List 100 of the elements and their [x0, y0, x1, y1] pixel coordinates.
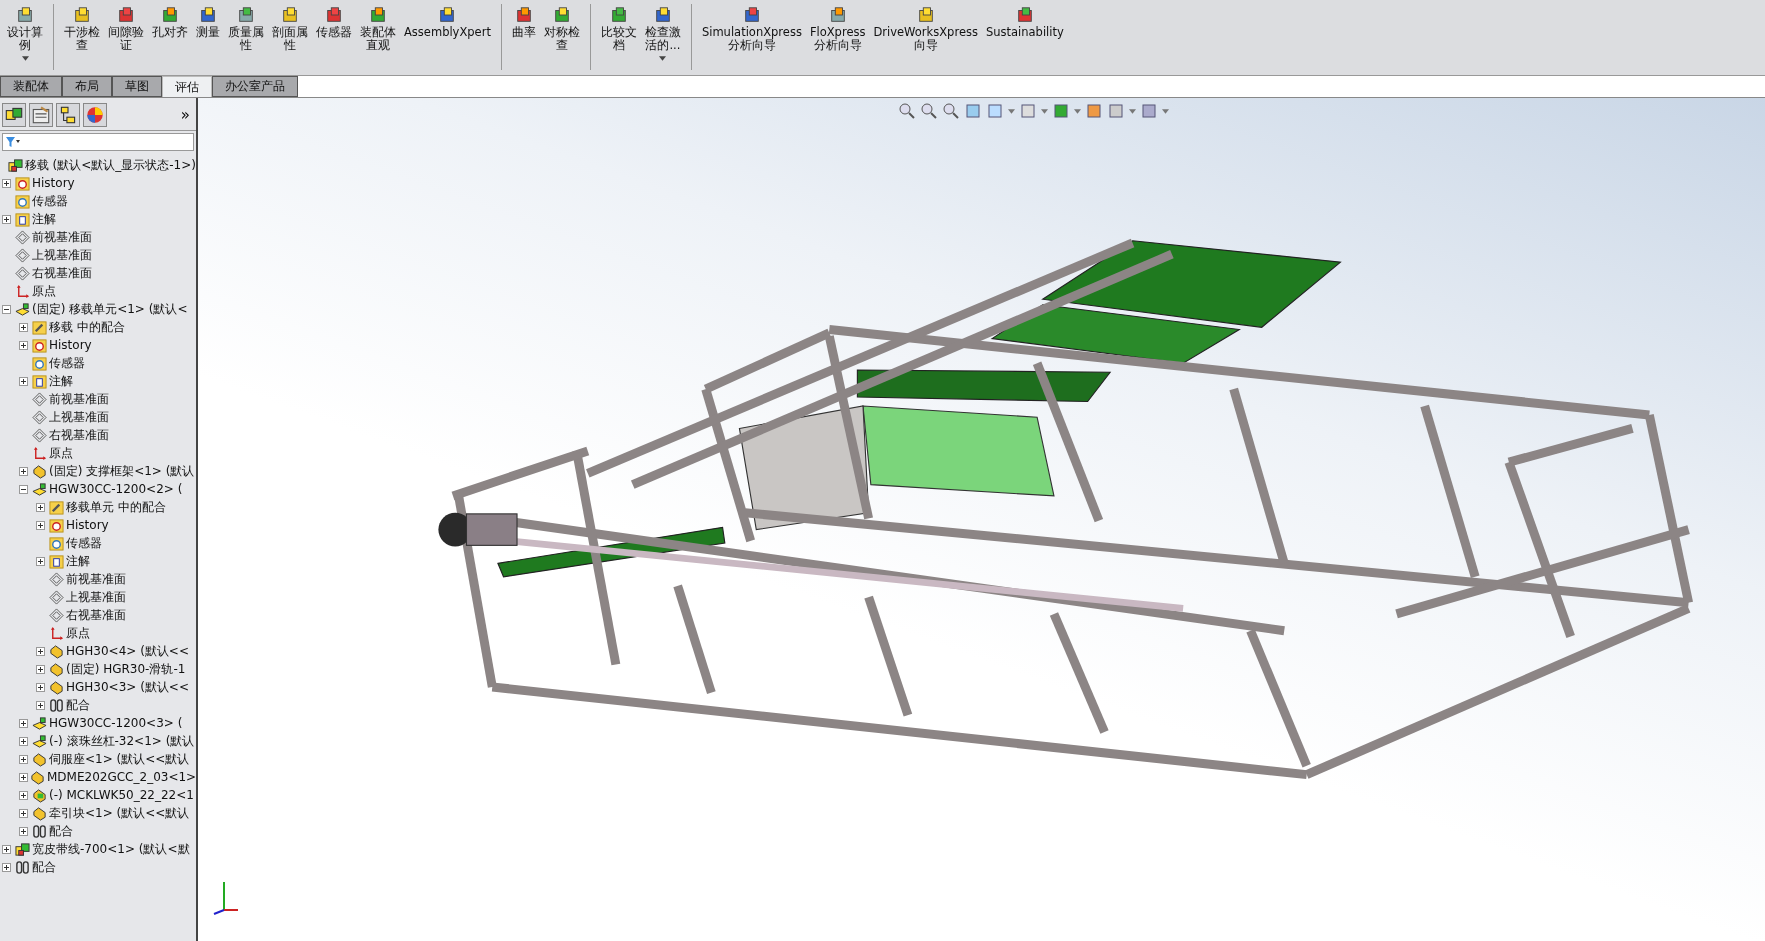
expand-icon[interactable]: [19, 826, 28, 836]
caret-icon[interactable]: [1041, 108, 1048, 114]
tree-item[interactable]: (-) 滚珠丝杠-32<1> (默认: [49, 732, 195, 750]
tree-item[interactable]: 传感器: [32, 192, 68, 210]
expand-button[interactable]: »: [176, 106, 194, 124]
tab[interactable]: 装配体: [0, 76, 62, 97]
tree-item[interactable]: 配合: [49, 822, 73, 840]
expand-icon[interactable]: [36, 646, 45, 656]
caret-icon[interactable]: [1008, 108, 1015, 114]
expand-icon[interactable]: [19, 340, 28, 350]
toolbar-button[interactable]: 曲率: [508, 4, 539, 41]
tree-item[interactable]: 配合: [32, 858, 56, 876]
collapse-icon[interactable]: [2, 304, 11, 314]
toolbar-button[interactable]: 设计算 例: [4, 4, 46, 63]
expand-icon[interactable]: [19, 322, 28, 332]
appearance-tab-icon[interactable]: [83, 103, 107, 127]
tree-item[interactable]: 原点: [66, 624, 90, 642]
expand-icon[interactable]: [36, 556, 45, 566]
caret-icon[interactable]: [1162, 108, 1169, 114]
toolbar-button[interactable]: 测量: [193, 4, 223, 41]
expand-icon[interactable]: [36, 664, 45, 674]
tree-item[interactable]: History: [49, 338, 92, 352]
tree-item[interactable]: (-) MCKLWK50_22_22<1: [49, 788, 194, 802]
tree-item[interactable]: 移载单元 中的配合: [66, 498, 166, 516]
expand-icon[interactable]: [2, 862, 11, 872]
expand-icon[interactable]: [19, 718, 28, 728]
expand-icon[interactable]: [2, 214, 11, 224]
expand-icon[interactable]: [19, 466, 28, 476]
tab[interactable]: 草图: [112, 76, 162, 97]
zoom-area-icon[interactable]: [920, 102, 938, 120]
tab[interactable]: 办公室产品: [212, 76, 298, 97]
tree-item[interactable]: 传感器: [49, 354, 85, 372]
toolbar-button[interactable]: 装配体 直观: [357, 4, 399, 54]
tree-item[interactable]: (固定) 移载单元<1> (默认<: [32, 300, 188, 318]
toolbar-button[interactable]: 质量属 性: [225, 4, 267, 54]
feature-tree-tab-icon[interactable]: [2, 103, 26, 127]
toolbar-button[interactable]: Sustainability: [982, 4, 1067, 41]
tree-item[interactable]: HGH30<4> (默认<<: [66, 642, 189, 660]
tree-item[interactable]: 上视基准面: [49, 408, 109, 426]
toolbar-button[interactable]: 传感器: [313, 4, 355, 41]
expand-icon[interactable]: [36, 502, 45, 512]
expand-icon[interactable]: [2, 178, 11, 188]
expand-icon[interactable]: [36, 700, 45, 710]
tree-item[interactable]: 宽皮带线-700<1> (默认<默: [32, 840, 190, 858]
collapse-icon[interactable]: [19, 484, 28, 494]
tree-item[interactable]: 移载 中的配合: [49, 318, 125, 336]
tree-item[interactable]: 原点: [49, 444, 73, 462]
expand-icon[interactable]: [2, 844, 11, 854]
tree-item[interactable]: 移载 (默认<默认_显示状态-1>): [24, 156, 196, 174]
tree-item[interactable]: (固定) HGR30-滑轨-1: [66, 660, 186, 678]
expand-icon[interactable]: [36, 682, 45, 692]
toolbar-button[interactable]: 对称检 查: [540, 4, 583, 54]
toolbar-button[interactable]: AssemblyXpert: [401, 4, 494, 41]
tree-item[interactable]: 注解: [49, 372, 73, 390]
tree-item[interactable]: (固定) 支撑框架<1> (默认: [49, 462, 195, 480]
tree-item[interactable]: 注解: [32, 210, 56, 228]
tree-item[interactable]: 右视基准面: [49, 426, 109, 444]
tree-item[interactable]: History: [66, 518, 109, 532]
expand-icon[interactable]: [19, 754, 28, 764]
property-tab-icon[interactable]: [29, 103, 53, 127]
tree-item[interactable]: 传感器: [66, 534, 102, 552]
expand-icon[interactable]: [19, 376, 28, 386]
tree-item[interactable]: 伺服座<1> (默认<<默认: [49, 750, 190, 768]
tree-item[interactable]: 前视基准面: [32, 228, 92, 246]
tree-item[interactable]: HGW30CC-1200<3> (: [49, 716, 183, 730]
caret-icon[interactable]: [1129, 108, 1136, 114]
toolbar-button[interactable]: SimulationXpress 分析向导: [698, 4, 805, 54]
toolbar-button[interactable]: 比较文 档: [597, 4, 640, 54]
tab[interactable]: 评估: [162, 76, 212, 97]
toolbar-button[interactable]: 剖面属 性: [269, 4, 311, 54]
tree-item[interactable]: 上视基准面: [32, 246, 92, 264]
tree-item[interactable]: MDME202GCC_2_03<1>: [47, 770, 197, 784]
expand-icon[interactable]: [36, 520, 45, 530]
tree-item[interactable]: 牵引块<1> (默认<<默认: [49, 804, 190, 822]
expand-icon[interactable]: [19, 772, 28, 782]
tab[interactable]: 布局: [62, 76, 112, 97]
toolbar-button[interactable]: FloXpress 分析向导: [806, 4, 869, 54]
toolbar-button[interactable]: 干涉检 查: [61, 4, 103, 54]
toolbar-button[interactable]: DriveWorksXpress 向导: [870, 4, 981, 54]
previous-view-icon[interactable]: [942, 102, 960, 120]
tree-item[interactable]: 注解: [66, 552, 90, 570]
tree-item[interactable]: 配合: [66, 696, 90, 714]
tree-item[interactable]: 前视基准面: [66, 570, 126, 588]
tree-item[interactable]: 原点: [32, 282, 56, 300]
tree-item[interactable]: 前视基准面: [49, 390, 109, 408]
expand-icon[interactable]: [19, 790, 28, 800]
tree-item[interactable]: HGW30CC-1200<2> (: [49, 482, 183, 496]
toolbar-button[interactable]: 孔对齐: [149, 4, 191, 41]
tree-item[interactable]: 右视基准面: [32, 264, 92, 282]
zoom-fit-icon[interactable]: [898, 102, 916, 120]
tree-item[interactable]: HGH30<3> (默认<<: [66, 678, 189, 696]
configuration-tab-icon[interactable]: [56, 103, 80, 127]
tree-item[interactable]: 右视基准面: [66, 606, 126, 624]
toolbar-button[interactable]: 间隙验 证: [105, 4, 147, 54]
expand-icon[interactable]: [19, 808, 28, 818]
caret-icon[interactable]: [1074, 108, 1081, 114]
expand-icon[interactable]: [19, 736, 28, 746]
tree-item[interactable]: 上视基准面: [66, 588, 126, 606]
toolbar-button[interactable]: 检查激 活的...: [641, 4, 684, 63]
filter-field[interactable]: [2, 133, 194, 151]
